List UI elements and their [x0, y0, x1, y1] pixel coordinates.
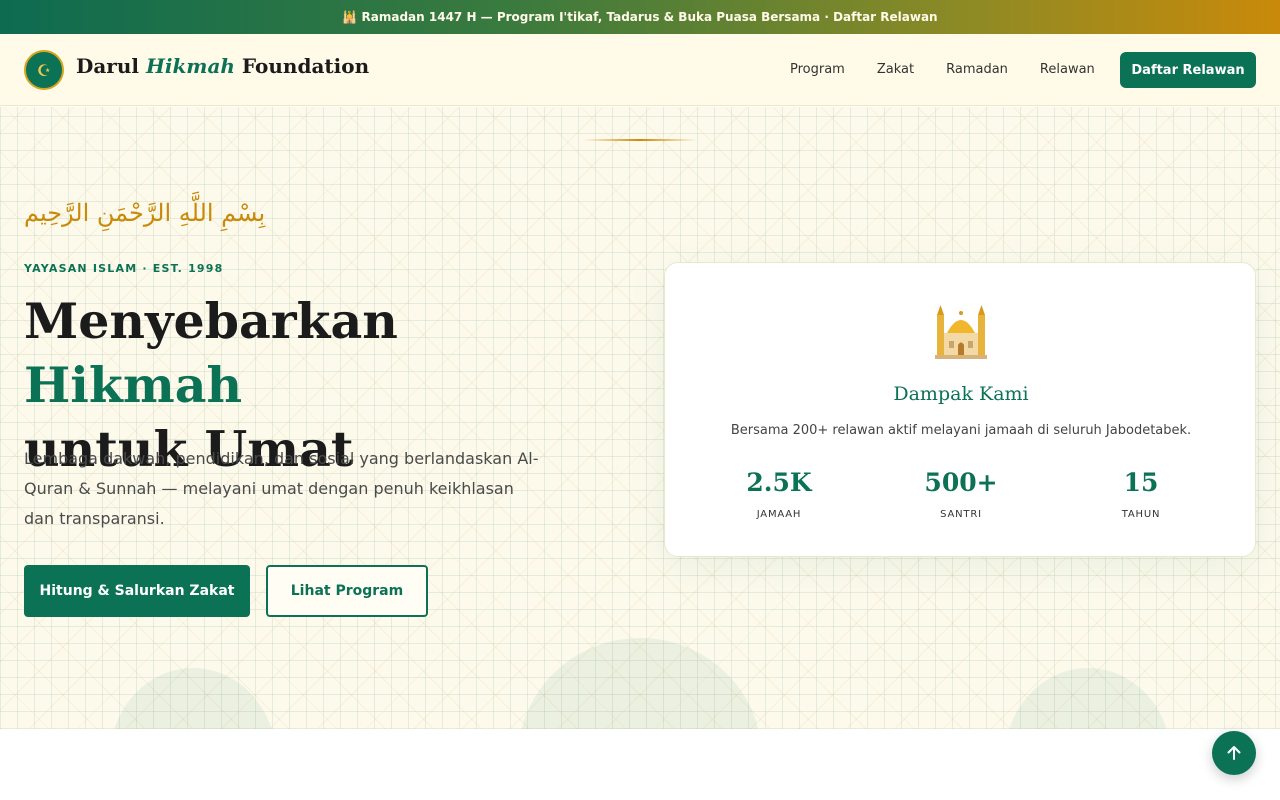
decorative-dome	[110, 668, 276, 729]
brand-accent: Hikmah	[145, 54, 235, 78]
hero-eyebrow: YAYASAN ISLAM · EST. 1998	[24, 262, 224, 275]
brand-prefix: Darul	[76, 54, 146, 78]
nav-link-zakat[interactable]: Zakat	[877, 62, 914, 77]
crescent-moon-icon[interactable]: ☪	[24, 50, 64, 90]
view-programs-button[interactable]: Lihat Program	[266, 565, 428, 617]
stat-value: 500+	[924, 468, 998, 497]
stat-tahun: 15 TAHUN	[1041, 468, 1241, 520]
hero-title-accent: Hikmah	[24, 356, 243, 414]
stat-jamaah: 2.5K JAMAAH	[679, 468, 879, 520]
decorative-dome	[518, 638, 762, 729]
brand-name[interactable]: Darul Hikmah Foundation	[76, 54, 369, 78]
announcement-text: 🕌 Ramadan 1447 H — Program I'tikaf, Tada…	[342, 10, 938, 24]
stat-value: 2.5K	[746, 468, 812, 497]
impact-card: Dampak Kami Bersama 200+ relawan aktif m…	[664, 262, 1256, 557]
stat-label: JAMAAH	[756, 509, 802, 520]
arrow-up-icon	[1227, 746, 1241, 760]
stat-label: TAHUN	[1121, 509, 1161, 520]
site-header: ☪ Darul Hikmah Foundation Program Zakat …	[0, 34, 1280, 106]
stat-label: SANTRI	[940, 509, 982, 520]
main-nav: Program Zakat Ramadan Relawan	[790, 62, 1127, 77]
bismillah-text: بِسْمِ اللَّهِ الرَّحْمَنِ الرَّحِيم	[24, 199, 266, 227]
nav-link-program[interactable]: Program	[790, 62, 845, 77]
decorative-dome	[1005, 668, 1171, 729]
hero-description: Lembaga dakwah, pendidikan, dan sosial y…	[24, 449, 539, 528]
hero-title-part1: Menyebarkan	[24, 292, 398, 350]
brand-suffix: Foundation	[234, 54, 370, 78]
impact-card-title: Dampak Kami	[893, 383, 1029, 405]
stat-santri: 500+ SANTRI	[861, 468, 1061, 520]
daftar-relawan-button[interactable]: Daftar Relawan	[1120, 52, 1256, 88]
scroll-to-top-button[interactable]	[1212, 731, 1256, 775]
gold-divider	[583, 139, 697, 141]
nav-link-ramadan[interactable]: Ramadan	[946, 62, 1008, 77]
zakat-calculator-button[interactable]: Hitung & Salurkan Zakat	[24, 565, 250, 617]
hero-section: بِسْمِ اللَّهِ الرَّحْمَنِ الرَّحِيم YAY…	[0, 107, 1280, 729]
announcement-bar[interactable]: 🕌 Ramadan 1447 H — Program I'tikaf, Tada…	[0, 0, 1280, 34]
impact-card-description: Bersama 200+ relawan aktif melayani jama…	[730, 423, 1192, 438]
nav-link-relawan[interactable]: Relawan	[1040, 62, 1095, 77]
stat-value: 15	[1123, 468, 1159, 497]
mosque-icon	[665, 301, 1257, 365]
